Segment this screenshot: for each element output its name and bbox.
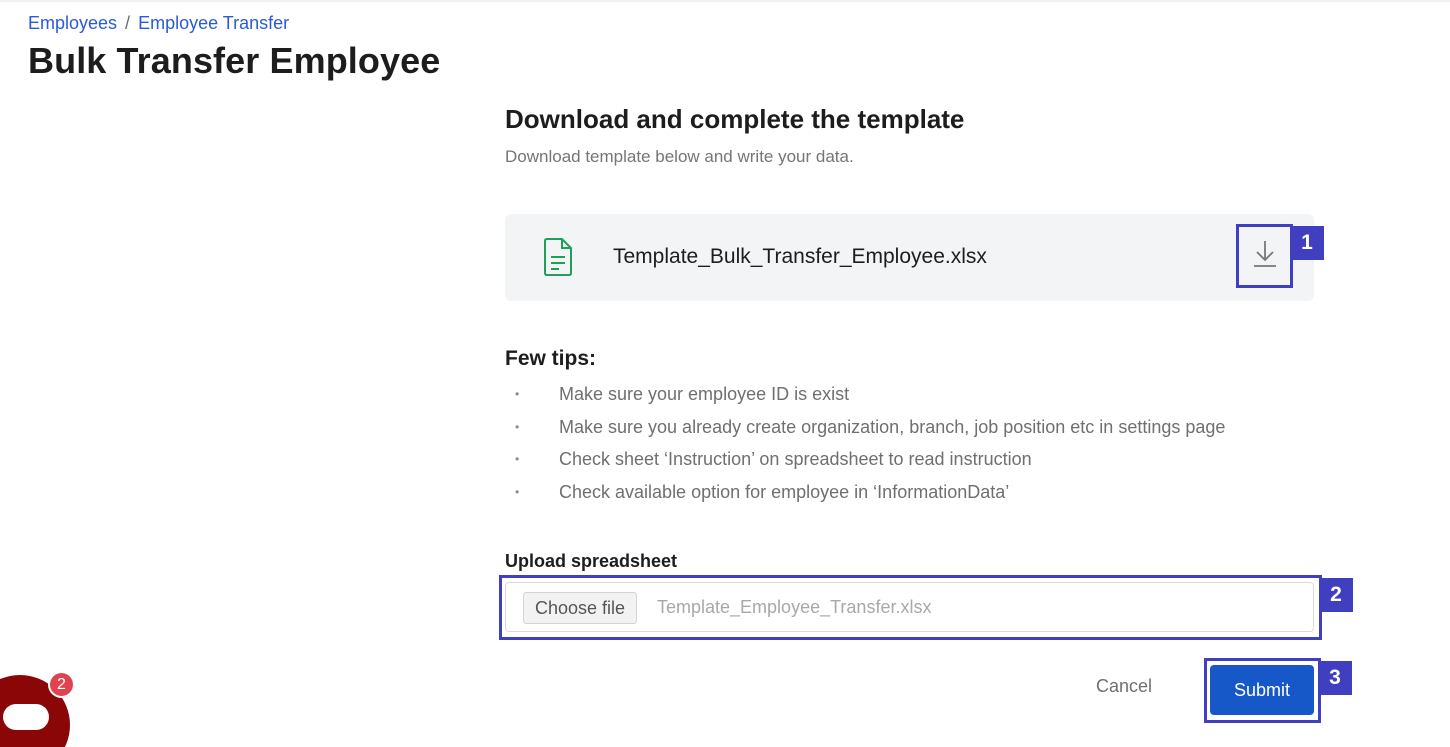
tips-title: Few tips: — [505, 347, 597, 370]
tips-list: • Make sure your employee ID is exist • Ma… — [505, 380, 1225, 510]
upload-spreadsheet-label: Upload spreadsheet — [505, 551, 678, 571]
cancel-button[interactable]: Cancel — [1096, 676, 1152, 697]
top-border — [0, 0, 1450, 2]
tip-text: Check sheet ‘Instruction’ on spreadsheet… — [559, 449, 1032, 469]
breadcrumb-employees-link[interactable]: Employees — [28, 13, 117, 34]
tip-item: • Check available option for employee in … — [505, 478, 1225, 511]
breadcrumb-separator: / — [125, 13, 131, 33]
breadcrumb-employee-transfer-link[interactable]: Employee Transfer — [138, 13, 289, 34]
breadcrumb: Employees / Employee Transfer — [28, 13, 289, 34]
chat-unread-badge: 2 — [48, 671, 75, 698]
annotation-box-1 — [1236, 224, 1293, 288]
tip-text: Make sure your employee ID is exist — [559, 384, 850, 404]
template-file-name: Template_Bulk_Transfer_Employee.xlsx — [613, 245, 987, 268]
annotation-badge-1: 1 — [1290, 226, 1324, 260]
tip-item: • Make sure you already create organizati… — [505, 413, 1225, 446]
page-title: Bulk Transfer Employee — [28, 40, 441, 81]
bullet: • — [515, 419, 520, 434]
annotation-badge-3: 3 — [1318, 661, 1352, 695]
bullet: • — [515, 452, 520, 466]
tip-text: Check available option for employee in ‘… — [559, 481, 1010, 502]
chat-bubble-icon — [3, 704, 49, 730]
template-section-subtitle: Download template below and write your d… — [505, 147, 854, 166]
tip-item: • Make sure your employee ID is exist — [505, 380, 1225, 413]
tip-item: • Check sheet ‘Instruction’ on spreadshee… — [505, 445, 1225, 478]
bullet: • — [515, 387, 520, 401]
annotation-badge-2: 2 — [1319, 578, 1353, 612]
annotation-box-3 — [1204, 658, 1321, 723]
tip-text: Make sure you already create organizatio… — [559, 416, 1226, 437]
spreadsheet-file-icon — [543, 238, 573, 276]
annotation-box-2 — [499, 575, 1322, 640]
bullet: • — [515, 484, 520, 499]
template-section-title: Download and complete the template — [505, 104, 965, 134]
template-file-card: Template_Bulk_Transfer_Employee.xlsx — [505, 214, 1314, 301]
